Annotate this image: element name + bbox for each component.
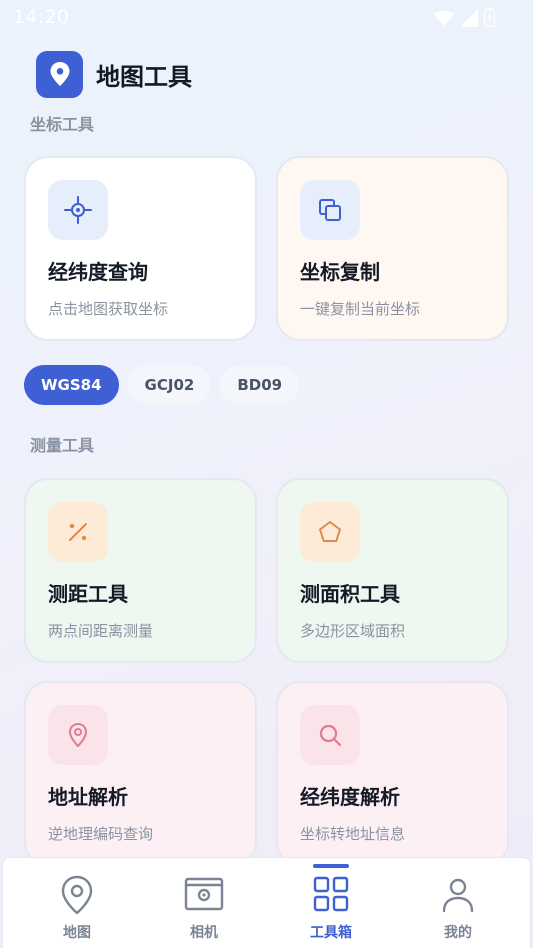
status-icons <box>434 8 495 27</box>
card-latlng-query[interactable]: 经纬度查询 点击地图获取坐标 <box>24 156 257 341</box>
section-title-coordinate: 坐标工具 <box>30 115 95 134</box>
card-subtitle: 点击地图获取坐标 <box>48 300 169 318</box>
nav-item-camera[interactable]: 相机 <box>138 858 270 948</box>
map-pin-icon <box>36 50 83 98</box>
camera-icon <box>184 874 224 918</box>
section-title-measure: 测量工具 <box>30 436 95 455</box>
card-title: 经纬度查询 <box>48 260 148 284</box>
status-bar: 14:20 <box>0 0 533 36</box>
card-title: 坐标复制 <box>300 260 380 284</box>
wifi-icon <box>434 10 454 26</box>
percent-icon <box>48 502 108 562</box>
pentagon-icon <box>300 502 360 562</box>
active-tab-indicator <box>313 864 349 868</box>
card-subtitle: 逆地理编码查询 <box>48 825 154 843</box>
card-subtitle: 一键复制当前坐标 <box>300 300 421 318</box>
card-distance-tool[interactable]: 测距工具 两点间距离测量 <box>24 478 257 663</box>
user-icon <box>438 874 478 918</box>
nav-label: 地图 <box>63 925 91 941</box>
nav-label: 工具箱 <box>310 925 352 941</box>
bottom-nav: 地图 相机 工具箱 我的 <box>2 857 531 948</box>
card-subtitle: 坐标转地址信息 <box>300 825 406 843</box>
chip-bd09[interactable]: BD09 <box>220 365 300 405</box>
card-subtitle: 两点间距离测量 <box>48 622 154 640</box>
battery-icon <box>484 8 495 27</box>
nav-item-toolbox[interactable]: 工具箱 <box>265 858 397 948</box>
grid-icon <box>311 874 351 918</box>
status-time: 14:20 <box>13 6 70 28</box>
card-latlng-parse[interactable]: 经纬度解析 坐标转地址信息 <box>276 681 509 866</box>
card-address-parse[interactable]: 地址解析 逆地理编码查询 <box>24 681 257 866</box>
page-title: 地图工具 <box>96 62 192 91</box>
nav-label: 我的 <box>444 925 472 941</box>
chip-wgs84[interactable]: WGS84 <box>24 365 119 405</box>
location-pin-icon <box>48 705 108 765</box>
card-coordinate-copy[interactable]: 坐标复制 一键复制当前坐标 <box>276 156 509 341</box>
signal-icon <box>460 8 478 27</box>
nav-label: 相机 <box>190 925 218 941</box>
card-title: 地址解析 <box>48 785 128 809</box>
card-title: 经纬度解析 <box>300 785 400 809</box>
nav-item-map[interactable]: 地图 <box>11 858 143 948</box>
copy-icon <box>300 180 360 240</box>
crosshair-icon <box>48 180 108 240</box>
card-subtitle: 多边形区域面积 <box>300 622 406 640</box>
card-title: 测面积工具 <box>300 582 400 606</box>
app-header: 地图工具 <box>36 50 192 98</box>
coordinate-system-selector: WGS84 GCJ02 BD09 <box>24 365 300 405</box>
card-title: 测距工具 <box>48 582 128 606</box>
chip-gcj02[interactable]: GCJ02 <box>127 365 212 405</box>
nav-item-profile[interactable]: 我的 <box>392 858 524 948</box>
map-pin-icon <box>59 874 95 920</box>
card-area-tool[interactable]: 测面积工具 多边形区域面积 <box>276 478 509 663</box>
search-icon <box>300 705 360 765</box>
